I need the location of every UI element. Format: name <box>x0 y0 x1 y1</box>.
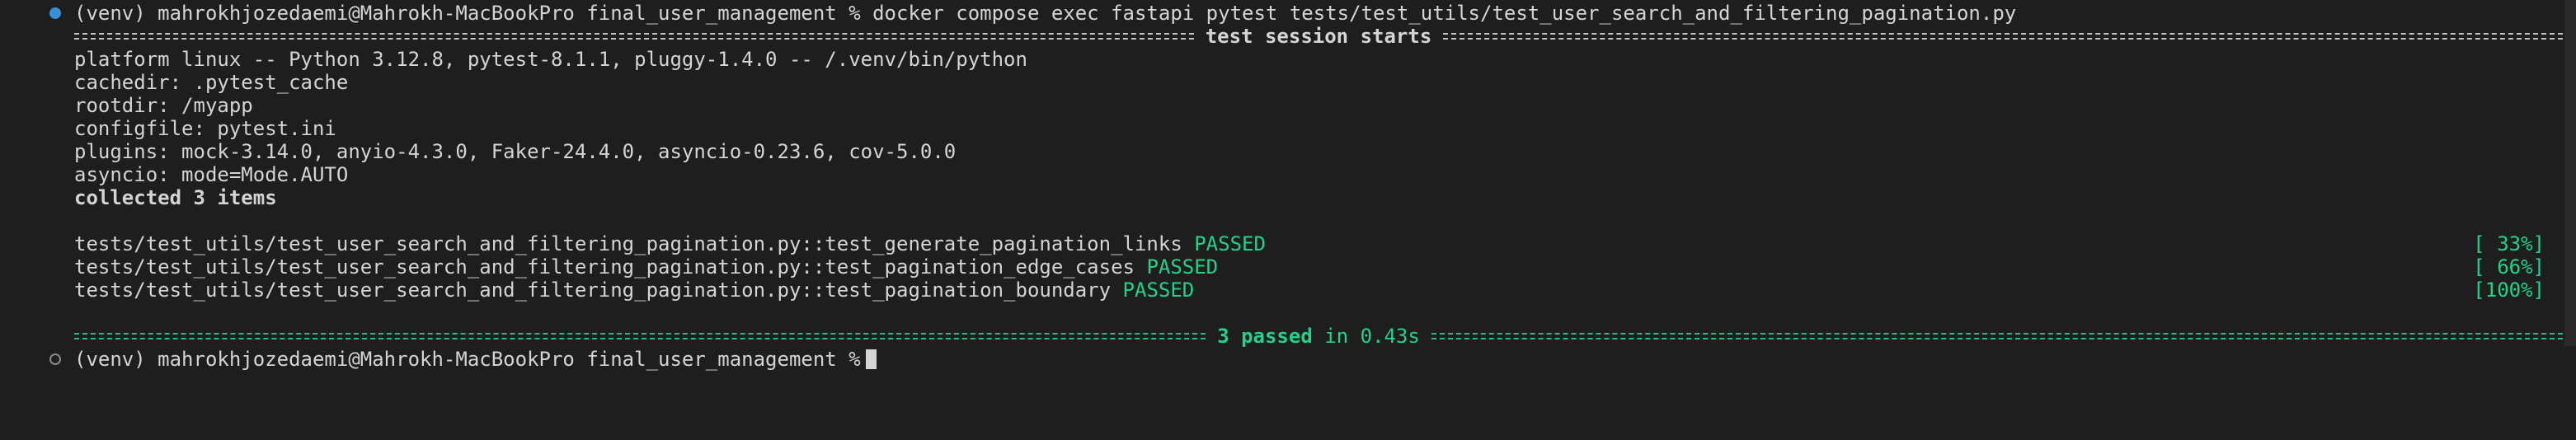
platform-text: platform linux -- Python 3.12.8, pytest-… <box>74 48 1027 71</box>
summary-passed-count: 3 passed <box>1217 325 1313 348</box>
test-result-row: tests/test_utils/test_user_search_and_fi… <box>0 232 2576 255</box>
prompt-text: (venv) mahrokhjozedaemi@Mahrokh-MacBookP… <box>74 348 861 371</box>
prompt-line[interactable]: (venv) mahrokhjozedaemi@Mahrokh-MacBookP… <box>0 348 2576 371</box>
command-text: (venv) mahrokhjozedaemi@Mahrokh-MacBookP… <box>74 2 2017 25</box>
prompt-text-wrapper: (venv) mahrokhjozedaemi@Mahrokh-MacBookP… <box>74 348 877 371</box>
separator-rule-right <box>1443 33 2563 40</box>
plugins-line: plugins: mock-3.14.0, anyio-4.3.0, Faker… <box>0 140 2576 163</box>
configfile-text: configfile: pytest.ini <box>74 117 336 140</box>
asyncio-line: asyncio: mode=Mode.AUTO <box>0 163 2576 186</box>
summary-separator: 3 passed in 0.43s <box>0 325 2576 348</box>
configfile-line: configfile: pytest.ini <box>0 117 2576 140</box>
test-result-text: tests/test_utils/test_user_search_and_fi… <box>74 232 1266 255</box>
cursor-icon <box>865 349 877 369</box>
separator-rule-right <box>1431 333 2563 339</box>
test-progress-percent: [ 33%] <box>2473 232 2545 255</box>
test-progress-percent: [100%] <box>2473 279 2545 302</box>
test-result-text: tests/test_utils/test_user_search_and_fi… <box>74 279 1194 302</box>
test-status-badge: PASSED <box>1146 255 1219 279</box>
test-progress-percent: [ 66%] <box>2473 255 2545 279</box>
terminal-panel[interactable]: (venv) mahrokhjozedaemi@Mahrokh-MacBookP… <box>0 0 2576 410</box>
collected-line: collected 3 items <box>0 186 2576 209</box>
platform-line: platform linux -- Python 3.12.8, pytest-… <box>0 48 2576 71</box>
session-start-label: test session starts <box>1205 25 1432 48</box>
test-result-text: tests/test_utils/test_user_search_and_fi… <box>74 255 1218 279</box>
summary-label: 3 passed in 0.43s <box>1206 325 1431 348</box>
test-path: tests/test_utils/test_user_search_and_fi… <box>74 255 1135 279</box>
prompt-status-dot-icon[interactable] <box>49 353 61 365</box>
test-path: tests/test_utils/test_user_search_and_fi… <box>74 279 1112 302</box>
asyncio-text: asyncio: mode=Mode.AUTO <box>74 163 349 186</box>
test-status-badge: PASSED <box>1122 279 1195 302</box>
test-path: tests/test_utils/test_user_search_and_fi… <box>74 232 1182 255</box>
cachedir-text: cachedir: .pytest_cache <box>74 71 349 94</box>
separator-rule-left <box>74 333 1206 339</box>
test-status-badge: PASSED <box>1194 232 1266 255</box>
plugins-text: plugins: mock-3.14.0, anyio-4.3.0, Faker… <box>74 140 957 163</box>
command-status-dot-icon[interactable] <box>49 7 61 19</box>
cachedir-line: cachedir: .pytest_cache <box>0 71 2576 94</box>
vertical-scrollbar[interactable] <box>2564 0 2576 346</box>
separator-rule-left <box>74 33 1194 40</box>
summary-duration: in 0.43s <box>1324 325 1420 348</box>
test-result-row: tests/test_utils/test_user_search_and_fi… <box>0 279 2576 302</box>
rootdir-text: rootdir: /myapp <box>74 94 253 117</box>
rootdir-line: rootdir: /myapp <box>0 94 2576 117</box>
collected-text: collected 3 items <box>74 186 277 209</box>
command-line: (venv) mahrokhjozedaemi@Mahrokh-MacBookP… <box>0 2 2576 25</box>
test-result-row: tests/test_utils/test_user_search_and_fi… <box>0 255 2576 279</box>
session-start-separator: test session starts <box>0 25 2576 48</box>
